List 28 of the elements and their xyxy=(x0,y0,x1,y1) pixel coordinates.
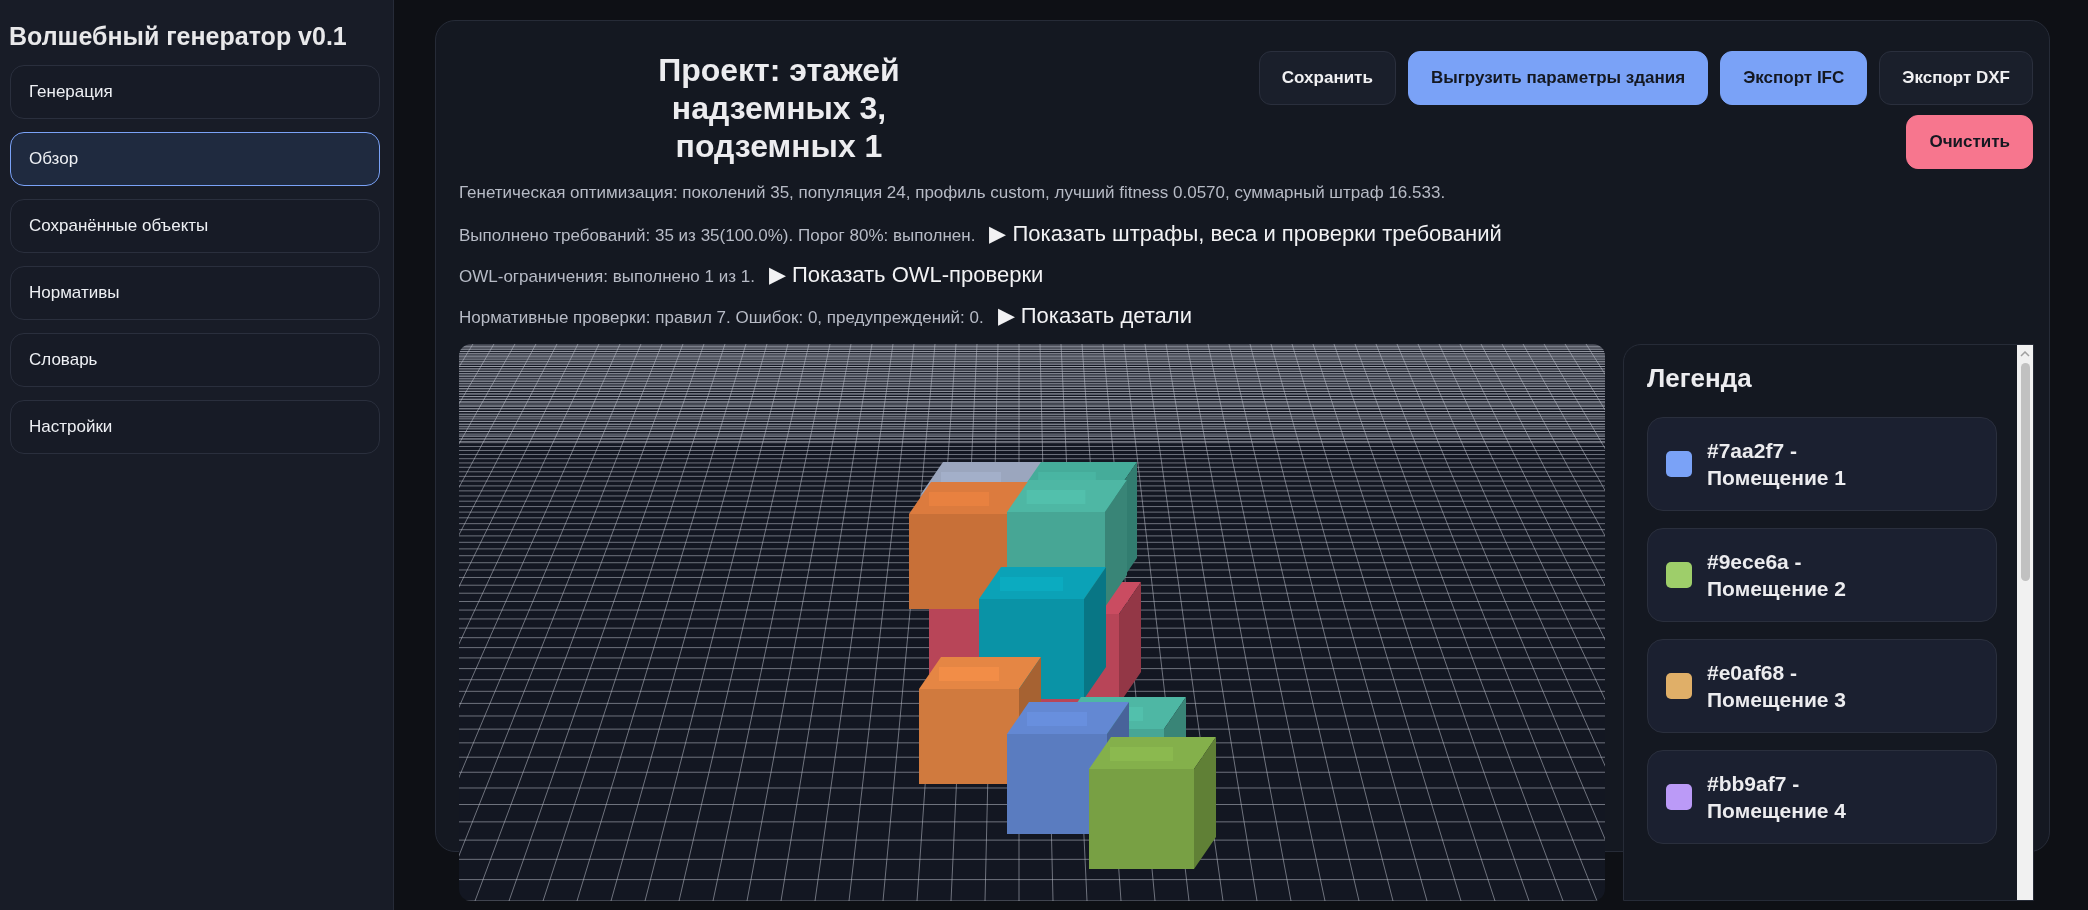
scrollbar[interactable] xyxy=(2017,345,2033,900)
details-toggle[interactable]: ▶ Показать детали xyxy=(997,303,1192,329)
legend-label: #9ece6a - Помещение 2 xyxy=(1707,549,1848,602)
sidebar-item[interactable]: Обзор xyxy=(10,132,380,186)
action-button[interactable]: Очистить xyxy=(1906,115,2033,169)
legend-label: #7aa2f7 - Помещение 1 xyxy=(1707,438,1848,491)
optimization-summary: Генетическая оптимизация: поколений 35, популяция 24, профиль custom, лучший fitness 0.0570, суммарный штраф 16.533. xyxy=(459,183,1447,203)
check-status: Выполнено требований: 35 из 35(100.0%). Порог 80%: выполнен. xyxy=(459,226,976,246)
details-toggle[interactable]: ▶ Показать OWL-проверки xyxy=(768,262,1044,288)
sidebar-item[interactable]: Словарь xyxy=(10,333,380,387)
sidebar-item[interactable]: Генерация xyxy=(10,65,380,119)
app-title: Волшебный генератор v0.1 xyxy=(9,21,347,52)
legend-title: Легенда xyxy=(1647,363,1753,394)
legend-label: #bb9af7 - Помещение 4 xyxy=(1707,771,1848,824)
check-status: Нормативные проверки: правил 7. Ошибок: 0, предупреждений: 0. xyxy=(459,308,984,328)
details-toggle[interactable]: ▶ Показать штрафы, веса и проверки требований xyxy=(989,221,1502,247)
scroll-thumb[interactable] xyxy=(2020,363,2030,581)
sidebar-item[interactable]: Настройки xyxy=(10,400,380,454)
action-button[interactable]: Экспорт IFC xyxy=(1720,51,1868,105)
sidebar-item[interactable]: Сохранённые объекты xyxy=(10,199,380,253)
action-button[interactable]: Сохранить xyxy=(1258,51,1396,105)
sidebar-item[interactable]: Нормативы xyxy=(10,266,380,320)
project-title: Проект: этажей надземных 3, подземных 1 xyxy=(657,51,901,165)
check-status: OWL-ограничения: выполнено 1 из 1. xyxy=(459,267,755,287)
legend-label: #e0af68 - Помещение 3 xyxy=(1707,660,1848,713)
action-button[interactable]: Экспорт DXF xyxy=(1879,51,2033,105)
scroll-up-icon[interactable] xyxy=(2020,351,2030,357)
action-button[interactable]: Выгрузить параметры здания xyxy=(1407,51,1709,105)
